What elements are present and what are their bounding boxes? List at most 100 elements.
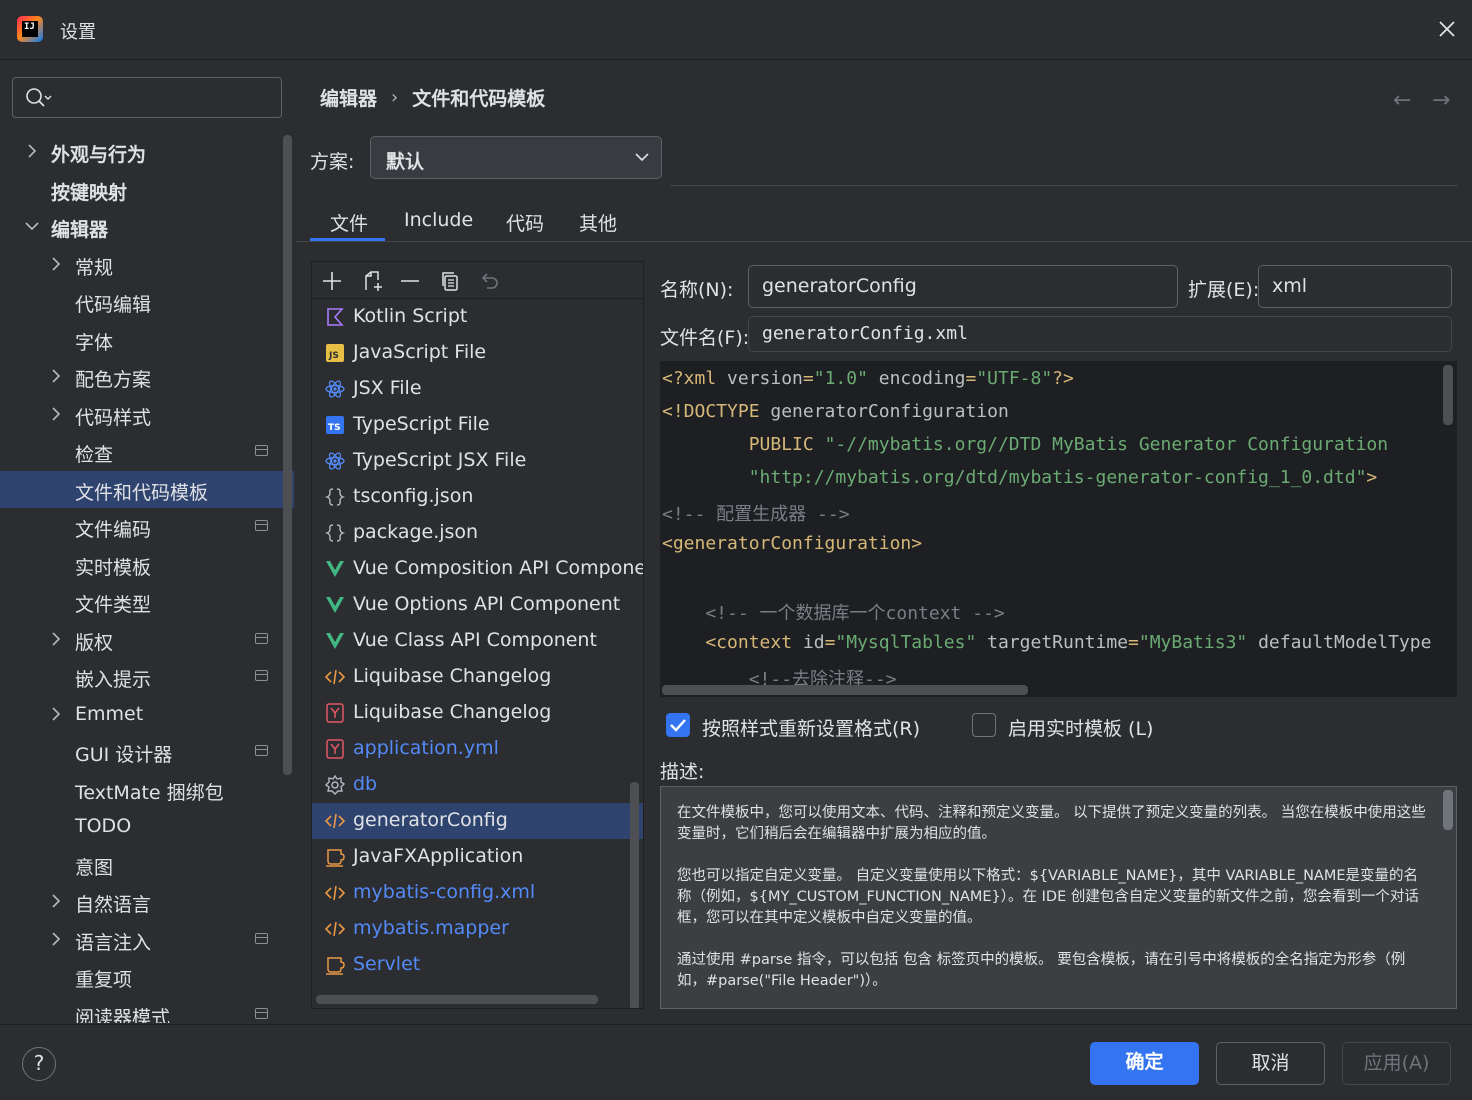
add-child-template-icon[interactable] — [362, 270, 384, 292]
template-list-item[interactable]: Kotlin Script — [312, 299, 643, 335]
sidebar-item[interactable]: 实时模板 — [0, 546, 294, 583]
template-list-item[interactable]: Liquibase Changelog — [312, 695, 643, 731]
chevron-right-icon[interactable] — [48, 893, 64, 909]
breadcrumb-parent[interactable]: 编辑器 — [320, 84, 377, 111]
template-list-hscrollbar[interactable] — [316, 995, 598, 1004]
sidebar-item[interactable]: 文件和代码模板 — [0, 470, 294, 508]
sidebar-item[interactable]: 文件类型 — [0, 583, 294, 620]
live-template-checkbox[interactable] — [972, 713, 996, 737]
sidebar-item[interactable]: 文件编码 — [0, 508, 294, 545]
template-list-item[interactable]: JS JavaScript File — [312, 335, 643, 371]
extension-field[interactable]: xml — [1258, 265, 1452, 308]
code-token: <?xml — [662, 368, 728, 389]
sidebar-item[interactable]: 代码编辑 — [0, 283, 294, 320]
template-list-item[interactable]: Liquibase Changelog — [312, 659, 643, 695]
chevron-right-icon[interactable] — [48, 256, 64, 272]
copy-icon[interactable] — [439, 270, 461, 292]
sidebar-item[interactable]: 常规 — [0, 246, 294, 283]
template-list-item[interactable]: Vue Options API Component — [312, 587, 643, 623]
chevron-right-icon[interactable] — [24, 143, 40, 159]
remove-icon[interactable] — [399, 270, 421, 292]
reset-icon[interactable] — [478, 270, 500, 292]
filename-field[interactable]: generatorConfig.xml — [748, 316, 1452, 352]
template-list-item[interactable]: TS TypeScript File — [312, 407, 643, 443]
sidebar-item[interactable]: 阅读器模式 — [0, 996, 294, 1023]
sidebar-item-label: 实时模板 — [75, 556, 152, 579]
scheme-dropdown[interactable]: 默认 — [370, 136, 662, 179]
tab-other[interactable]: 其他 — [579, 209, 617, 236]
editor-hscrollbar[interactable] — [662, 685, 1028, 695]
react-icon — [325, 380, 345, 398]
sidebar-item[interactable]: 重复项 — [0, 958, 294, 995]
editor-vscrollbar[interactable] — [1443, 365, 1453, 425]
template-list-item[interactable]: db — [312, 767, 643, 803]
react-icon — [325, 452, 345, 470]
description-panel: 在文件模板中，您可以使用文本、代码、注释和预定义变量。 以下提供了预定义变量的列… — [660, 786, 1457, 1009]
ok-button[interactable]: 确定 — [1090, 1042, 1199, 1085]
tab-files[interactable]: 文件 — [330, 209, 368, 236]
template-list-item[interactable]: mybatis.mapper — [312, 911, 643, 947]
cancel-button[interactable]: 取消 — [1216, 1042, 1325, 1085]
sidebar-item[interactable]: Emmet — [0, 696, 294, 733]
sidebar-item[interactable]: 自然语言 — [0, 883, 294, 920]
template-list-item[interactable]: Vue Composition API Component — [312, 551, 643, 587]
sidebar-item[interactable]: 配色方案 — [0, 358, 294, 395]
reformat-label[interactable]: 按照样式重新设置格式(R) — [702, 714, 920, 741]
close-icon[interactable] — [1432, 14, 1462, 44]
sidebar-item[interactable]: 意图 — [0, 846, 294, 883]
sidebar-item[interactable]: 嵌入提示 — [0, 658, 294, 695]
chevron-right-icon[interactable] — [48, 406, 64, 422]
template-list-item[interactable]: mybatis-config.xml — [312, 875, 643, 911]
sidebar-scrollbar[interactable] — [283, 135, 292, 775]
template-name: mybatis-config.xml — [353, 881, 536, 903]
template-list-item[interactable]: generatorConfig — [312, 803, 643, 839]
sidebar-item[interactable]: 编辑器 — [0, 208, 294, 245]
template-code-editor[interactable]: <?xml version="1.0" encoding="UTF-8"?> <!… — [660, 361, 1457, 697]
template-list-item[interactable]: TypeScript JSX File — [312, 443, 643, 479]
template-list-item[interactable]: Servlet — [312, 947, 643, 983]
back-arrow-icon[interactable]: ← — [1393, 88, 1411, 113]
scheme-label: 方案: — [310, 151, 355, 173]
sidebar-item[interactable]: TODO — [0, 808, 294, 845]
apply-button[interactable]: 应用(A) — [1342, 1042, 1451, 1085]
help-button[interactable]: ? — [22, 1047, 56, 1081]
template-list-item[interactable]: tsconfig.json — [312, 479, 643, 515]
code-line: PUBLIC "-//mybatis.org//DTD MyBatis Gene… — [662, 434, 1388, 455]
sidebar-item[interactable]: 按键映射 — [0, 171, 294, 208]
sidebar-item[interactable]: 外观与行为 — [0, 133, 294, 170]
tab-include[interactable]: Include — [404, 209, 473, 231]
template-list-item[interactable]: application.yml — [312, 731, 643, 767]
search-input[interactable] — [12, 77, 282, 118]
chevron-right-icon[interactable] — [48, 706, 64, 722]
chevron-right-icon[interactable] — [48, 931, 64, 947]
template-list-scrollbar[interactable] — [630, 782, 639, 1008]
sidebar-item[interactable]: 代码样式 — [0, 396, 294, 433]
template-list-item[interactable]: package.json — [312, 515, 643, 551]
tab-code[interactable]: 代码 — [506, 209, 544, 236]
chevron-right-icon[interactable] — [48, 631, 64, 647]
add-icon[interactable] — [321, 270, 343, 292]
sidebar-item[interactable]: 检查 — [0, 433, 294, 470]
sidebar-item[interactable]: GUI 设计器 — [0, 733, 294, 770]
window-title: 设置 — [60, 22, 96, 43]
description-scrollbar[interactable] — [1443, 790, 1453, 830]
template-list-item[interactable]: JSX File — [312, 371, 643, 407]
sidebar-item-label: 自然语言 — [75, 894, 152, 916]
chevron-down-icon[interactable] — [24, 218, 40, 234]
name-field[interactable]: generatorConfig — [748, 265, 1178, 308]
template-list-item[interactable]: JavaFXApplication — [312, 839, 643, 875]
sidebar-item[interactable]: 字体 — [0, 321, 294, 358]
javascript-icon: JS — [326, 344, 344, 362]
sidebar-item-label: TODO — [75, 815, 132, 837]
sidebar-item[interactable]: 版权 — [0, 621, 294, 658]
live-template-label[interactable]: 启用实时模板 (L) — [1008, 714, 1153, 741]
chevron-right-icon[interactable] — [48, 368, 64, 384]
forward-arrow-icon[interactable]: → — [1432, 88, 1450, 113]
sidebar-item[interactable]: 语言注入 — [0, 921, 294, 958]
template-toolbar — [312, 262, 643, 299]
code-token: <context — [662, 632, 803, 653]
template-list-item[interactable]: Vue Class API Component — [312, 623, 643, 659]
sidebar-item[interactable]: TextMate 捆绑包 — [0, 771, 294, 808]
reformat-checkbox[interactable] — [666, 713, 690, 737]
